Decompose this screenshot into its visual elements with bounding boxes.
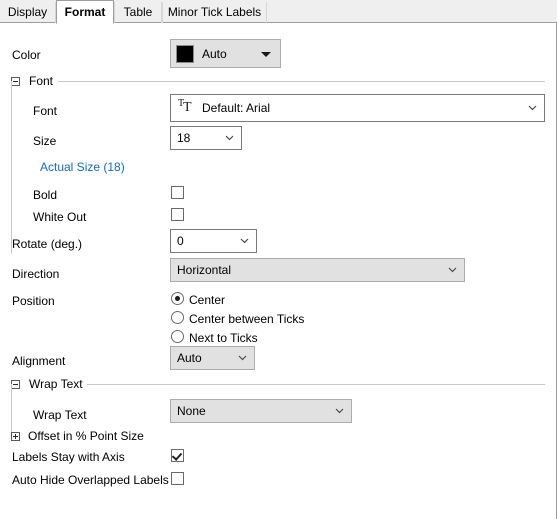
wrap-text-label: Wrap Text xyxy=(33,408,87,422)
chevron-down-icon xyxy=(238,353,247,362)
rotate-dropdown[interactable]: 0 xyxy=(170,229,257,253)
wrap-text-dropdown[interactable]: None xyxy=(170,399,352,423)
color-swatch xyxy=(176,44,194,63)
wrap-text-value: None xyxy=(177,404,206,418)
direction-value: Horizontal xyxy=(177,263,232,277)
position-option-center-between-ticks-label[interactable]: Center between Ticks xyxy=(189,313,304,326)
position-radio-center[interactable] xyxy=(171,292,184,305)
auto-hide-overlapped-labels-label: Auto Hide Overlapped Labels xyxy=(12,473,169,487)
offset-group-title: Offset in % Point Size xyxy=(25,429,147,443)
font-size-value: 18 xyxy=(177,131,191,145)
alignment-label: Alignment xyxy=(12,354,66,368)
caret-down-icon xyxy=(261,51,271,57)
white-out-label: White Out xyxy=(33,210,87,224)
rotate-value: 0 xyxy=(177,234,184,248)
wrap-text-group-expander[interactable] xyxy=(11,380,20,389)
labels-stay-with-axis-checkbox[interactable] xyxy=(171,449,184,462)
font-group-expander[interactable] xyxy=(11,77,20,86)
color-value: Auto xyxy=(202,46,227,61)
format-settings-panel: Color Auto Font Font TT Default: Arial S… xyxy=(0,23,557,519)
tab-format-label: Format xyxy=(64,5,106,19)
chevron-down-icon xyxy=(448,265,457,274)
chevron-down-icon xyxy=(225,133,234,142)
actual-size-link[interactable]: Actual Size (18) xyxy=(40,160,125,174)
alignment-value: Auto xyxy=(177,351,202,365)
font-family-value: Default: Arial xyxy=(202,101,271,115)
position-label: Position xyxy=(12,294,55,308)
tab-minor-tick-labels[interactable]: Minor Tick Labels xyxy=(162,2,267,23)
direction-dropdown[interactable]: Horizontal xyxy=(170,258,465,282)
tab-minor-tick-labels-label: Minor Tick Labels xyxy=(167,5,262,19)
font-size-dropdown[interactable]: 18 xyxy=(170,126,242,150)
bold-checkbox[interactable] xyxy=(171,186,184,199)
color-dropdown[interactable]: Auto xyxy=(170,39,281,68)
font-group-left-rule xyxy=(11,81,12,254)
size-label: Size xyxy=(33,134,57,148)
tab-display-label: Display xyxy=(7,5,48,19)
position-option-next-to-ticks-label[interactable]: Next to Ticks xyxy=(189,332,258,345)
tab-strip: Display Format Table Minor Tick Labels xyxy=(0,0,557,24)
auto-hide-overlapped-labels-checkbox[interactable] xyxy=(171,472,184,485)
position-radio-next-to-ticks[interactable] xyxy=(171,330,184,343)
tab-format[interactable]: Format xyxy=(56,0,114,24)
wrap-text-group-left-rule xyxy=(11,384,12,432)
font-group-top-rule xyxy=(58,81,545,82)
white-out-checkbox[interactable] xyxy=(171,208,184,221)
position-option-center-label[interactable]: Center xyxy=(189,294,225,307)
font-family-dropdown[interactable]: TT Default: Arial xyxy=(170,94,545,122)
tab-table[interactable]: Table xyxy=(114,2,162,23)
position-radio-center-between-ticks[interactable] xyxy=(171,311,184,324)
font-group-title: Font xyxy=(26,74,57,88)
tab-table-label: Table xyxy=(123,5,153,19)
font-label: Font xyxy=(33,104,58,118)
chevron-down-icon xyxy=(528,103,537,112)
wrap-text-group-top-rule xyxy=(87,384,545,385)
bold-label: Bold xyxy=(33,188,58,202)
font-tt-icon: TT xyxy=(178,98,192,115)
alignment-dropdown[interactable]: Auto xyxy=(170,346,255,370)
direction-label: Direction xyxy=(12,267,60,281)
tab-display[interactable]: Display xyxy=(0,2,56,23)
offset-group-expander[interactable] xyxy=(11,432,20,441)
chevron-down-icon xyxy=(335,406,344,415)
rotate-label: Rotate (deg.) xyxy=(12,237,83,251)
labels-stay-with-axis-label: Labels Stay with Axis xyxy=(12,450,125,464)
chevron-down-icon xyxy=(240,236,249,245)
wrap-text-group-title: Wrap Text xyxy=(26,377,86,391)
color-label: Color xyxy=(12,48,41,62)
